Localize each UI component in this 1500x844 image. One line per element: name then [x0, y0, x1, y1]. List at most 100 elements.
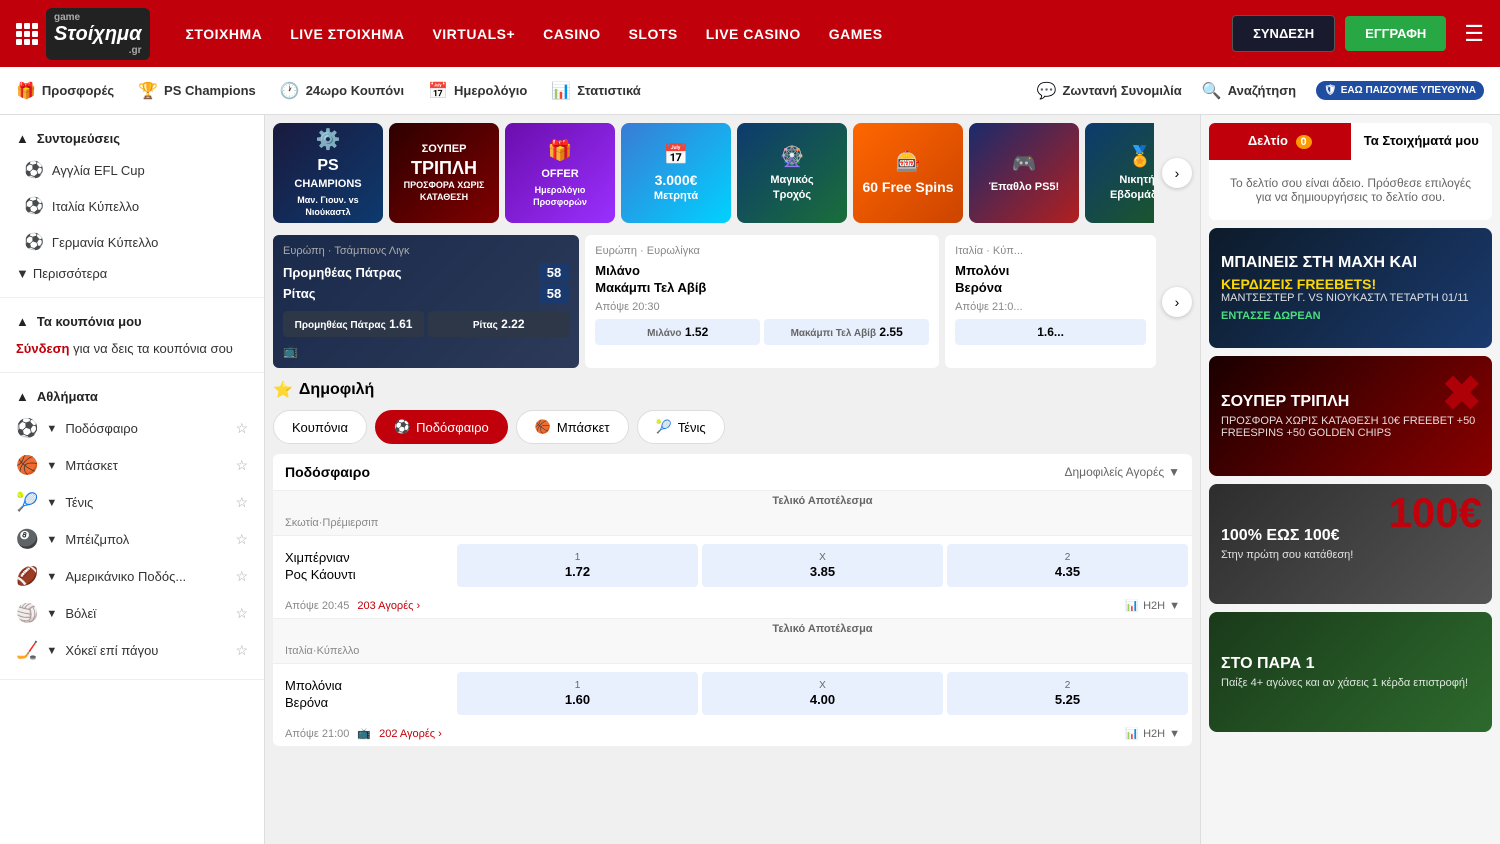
match2-odd1-btn[interactable]: 1 1.60 — [457, 672, 698, 715]
sidebar-item-tennis[interactable]: 🎾 ▼ Τένις ☆ — [0, 484, 264, 521]
match1-odd2-btn[interactable]: 2 4.35 — [947, 544, 1188, 587]
sec-nav-ps-champions[interactable]: 🏆 PS Champions — [138, 81, 256, 101]
bet-slip-tab-my-bets[interactable]: Τα Στοιχήματά μου — [1351, 123, 1493, 160]
match1-odd1-btn[interactable]: 1 1.72 — [457, 544, 698, 587]
live-games-next-btn[interactable]: › — [1162, 287, 1192, 317]
live-odd-milano-home[interactable]: Μιλάνο 1.52 — [595, 319, 760, 345]
promo-card-calendar[interactable]: 📅 3.000€ Μετρητά — [621, 123, 731, 223]
football-icon-2: ⚽ — [24, 196, 44, 216]
match1-oddX-value: 3.85 — [810, 564, 835, 579]
sidebar-item-american-football[interactable]: 🏈 ▼ Αμερικάνικο Ποδός... ☆ — [0, 558, 264, 595]
right-banner-triph[interactable]: ΣΟΥΠΕΡ ΤΡΙΠΛΗ ΠΡΟΣΦΟΡΑ ΧΩΡΙΣ ΚΑΤΑΘΕΣΗ 10… — [1209, 356, 1492, 476]
promo-card-freespins[interactable]: 🎰 60 Free Spins — [853, 123, 963, 223]
nav-slots[interactable]: SLOTS — [629, 26, 678, 42]
fav-icon-basketball[interactable]: ☆ — [235, 457, 248, 474]
match2-odds-header: Τελικό Αποτέλεσμα — [273, 619, 1192, 639]
live-odd-milano-away[interactable]: Μακάμπι Τελ Αβίβ 2.55 — [764, 319, 929, 345]
right-banner-100[interactable]: 100% ΕΩΣ 100€ Στην πρώτη σου κατάθεση! 1… — [1209, 484, 1492, 604]
live-game-league-3: Ιταλία · Κύπ... — [955, 245, 1146, 257]
nav-live-stoixima[interactable]: LIVE ΣΤΟΙΧΗΜΑ — [290, 26, 404, 42]
sidebar-item-basketball[interactable]: 🏀 ▼ Μπάσκετ ☆ — [0, 447, 264, 484]
chevron-down-icon-5: ▼ — [46, 534, 57, 546]
rb-100-content: 100% ΕΩΣ 100€ Στην πρώτη σου κατάθεση! 1… — [1209, 484, 1492, 604]
sidebar-item-hockey[interactable]: 🏒 ▼ Χόκεϊ επί πάγου ☆ — [0, 632, 264, 669]
header-cell-1: Τελικό Αποτέλεσμα — [457, 495, 1188, 507]
right-banner-para[interactable]: ΣΤΟ ΠΑΡΑ 1 Παίξε 4+ αγώνες και αν χάσεις… — [1209, 612, 1492, 732]
sports-header[interactable]: ▲ Αθλήματα — [0, 383, 264, 410]
popular-tab-basketball[interactable]: 🏀 Μπάσκετ — [516, 410, 629, 444]
left-sidebar: ▲ Συντομεύσεις ⚽ Αγγλία EFL Cup ⚽ Ιταλία… — [0, 115, 265, 844]
markets-arrow-icon: › — [416, 600, 420, 612]
search-btn[interactable]: 🔍 Αναζήτηση — [1202, 81, 1296, 101]
nav-games[interactable]: GAMES — [829, 26, 883, 42]
shortcuts-header[interactable]: ▲ Συντομεύσεις — [0, 125, 264, 152]
popular-tab-football[interactable]: ⚽ Ποδόσφαιρο — [375, 410, 508, 444]
promo-card-magic[interactable]: 🎡 Μαγικός Τροχός — [737, 123, 847, 223]
live-chat-btn[interactable]: 💬 Ζωντανή Συνομιλία — [1037, 81, 1182, 101]
sec-nav-coupon24[interactable]: 🕐 24ωρο Κουπόνι — [280, 81, 404, 101]
right-banner-ps[interactable]: ΜΠΑΙΝΕΙΣ ΣΤΗ ΜΑΧΗ ΚΑΙ ΚΕΡΔΙΖΕΙΣ FREEBETS… — [1209, 228, 1492, 348]
shortcut-england-efl[interactable]: ⚽ Αγγλία EFL Cup — [0, 152, 264, 188]
nav-casino[interactable]: CASINO — [543, 26, 600, 42]
match2-odd2-label: 2 — [1065, 680, 1071, 691]
live-odd-away-btn[interactable]: Ρίτας 2.22 — [428, 311, 569, 337]
match1-h2h[interactable]: 📊 H2H ▼ — [1125, 599, 1180, 612]
sec-nav-statistics[interactable]: 📊 Στατιστικά — [551, 81, 640, 101]
promo-card-offer[interactable]: 🎁 OFFER Ημερολόγιο Προσφορών — [505, 123, 615, 223]
shortcuts-more-btn[interactable]: ▼ Περισσότερα — [0, 260, 264, 287]
grid-menu-icon[interactable] — [16, 23, 38, 45]
bet-slip-empty-message: Το δελτίο σου είναι άδειο. Πρόσθεσε επιλ… — [1209, 160, 1492, 220]
sec-nav-offers[interactable]: 🎁 Προσφορές — [16, 81, 114, 101]
promo-next-btn[interactable]: › — [1162, 158, 1192, 188]
match2-team2: Βερόνα — [285, 695, 441, 710]
match1-oddX-btn[interactable]: Χ 3.85 — [702, 544, 943, 587]
promo-card-nikitis[interactable]: 🏅 Νικητής Εβδομάδας — [1085, 123, 1154, 223]
hamburger-menu-icon[interactable]: ☰ — [1464, 21, 1484, 47]
nav-stoixima[interactable]: ΣΤΟΙΧΗΜΑ — [186, 26, 263, 42]
popular-tab-football-icon: ⚽ — [394, 419, 410, 435]
fav-icon-baseball[interactable]: ☆ — [235, 531, 248, 548]
sec-nav-right: 💬 Ζωντανή Συνομιλία 🔍 Αναζήτηση 🛡 ΕΑΩ ΠΑ… — [1037, 81, 1484, 101]
match2-oddX-btn[interactable]: Χ 4.00 — [702, 672, 943, 715]
login-button[interactable]: ΣΥΝΔΕΣΗ — [1232, 15, 1335, 52]
popular-tab-coupons[interactable]: Κουπόνια — [273, 410, 367, 444]
live-odd-home-value: 1.61 — [389, 317, 412, 331]
shortcut-italy-cup[interactable]: ⚽ Ιταλία Κύπελλο — [0, 188, 264, 224]
match1-markets-link[interactable]: 203 Αγορές › — [357, 600, 420, 612]
fav-icon-volleyball[interactable]: ☆ — [235, 605, 248, 622]
match1-league: Σκωτία·Πρέμιερσιπ — [273, 511, 1192, 536]
live-score2: 58 — [539, 284, 569, 303]
nav-virtuals[interactable]: VIRTUALS+ — [432, 26, 515, 42]
site-logo[interactable]: game Sτοίχημα .gr — [46, 8, 150, 60]
popular-tab-tennis[interactable]: 🎾 Τένις — [637, 410, 725, 444]
match2-odd2-btn[interactable]: 2 5.25 — [947, 672, 1188, 715]
sidebar-item-baseball[interactable]: 🎱 ▼ Μπέιζμπολ ☆ — [0, 521, 264, 558]
register-button[interactable]: ΕΓΓΡΑΦΗ — [1345, 16, 1446, 51]
live-game-league-1: Ευρώπη · Τσάμπιονς Λιγκ — [283, 245, 569, 257]
sports-section: ▲ Αθλήματα ⚽ ▼ Ποδόσφαιρο ☆ 🏀 ▼ Μπάσκετ … — [0, 373, 264, 680]
sidebar-item-volleyball[interactable]: 🏐 ▼ Βόλεϊ ☆ — [0, 595, 264, 632]
fav-icon-tennis[interactable]: ☆ — [235, 494, 248, 511]
promo-card-epathlon[interactable]: 🎮 Έπαθλο PS5! — [969, 123, 1079, 223]
shortcut-germany-cup[interactable]: ⚽ Γερμανία Κύπελλο — [0, 224, 264, 260]
main-layout: ▲ Συντομεύσεις ⚽ Αγγλία EFL Cup ⚽ Ιταλία… — [0, 115, 1500, 844]
live-odd-away-label: Ρίτας — [473, 320, 498, 331]
live-odd-italy-home[interactable]: 1.6... — [955, 319, 1146, 345]
bet-slip-tab-delta[interactable]: Δελτίο 0 — [1209, 123, 1351, 160]
match2-h2h[interactable]: 📊 H2H ▼ — [1125, 727, 1180, 740]
coupons-login-link[interactable]: Σύνδεση — [16, 341, 70, 356]
nav-live-casino[interactable]: LIVE CASINO — [706, 26, 801, 42]
fav-icon-am-football[interactable]: ☆ — [235, 568, 248, 585]
live-odd-home-btn[interactable]: Προμηθέας Πάτρας 1.61 — [283, 311, 424, 337]
match2-markets-link[interactable]: 202 Αγορές › — [379, 728, 442, 740]
live-game-time-2: Απόψε 20:30 — [595, 301, 929, 313]
fav-icon-football[interactable]: ☆ — [235, 420, 248, 437]
h2h-chevron-icon-2: ▼ — [1169, 728, 1180, 740]
popular-markets-dropdown[interactable]: Δημοφιλείς Αγορές ▼ — [1064, 465, 1180, 479]
promo-card-ps-champions[interactable]: ⚙️ PS CHAMPIONS Μαν. Γιουν. vs Νιούκαστλ — [273, 123, 383, 223]
promo-card-super-triph[interactable]: ΣΟΥΠΕΡ ΤΡΙΠΛΗ ΠΡΟΣΦΟΡΑ ΧΩΡΙΣ ΚΑΤΑΘΕΣΗ — [389, 123, 499, 223]
sidebar-item-football[interactable]: ⚽ ▼ Ποδόσφαιρο ☆ — [0, 410, 264, 447]
fav-icon-hockey[interactable]: ☆ — [235, 642, 248, 659]
sec-nav-calendar[interactable]: 📅 Ημερολόγιο — [428, 81, 527, 101]
coupons-header[interactable]: ▲ Τα κουπόνια μου — [0, 308, 264, 335]
